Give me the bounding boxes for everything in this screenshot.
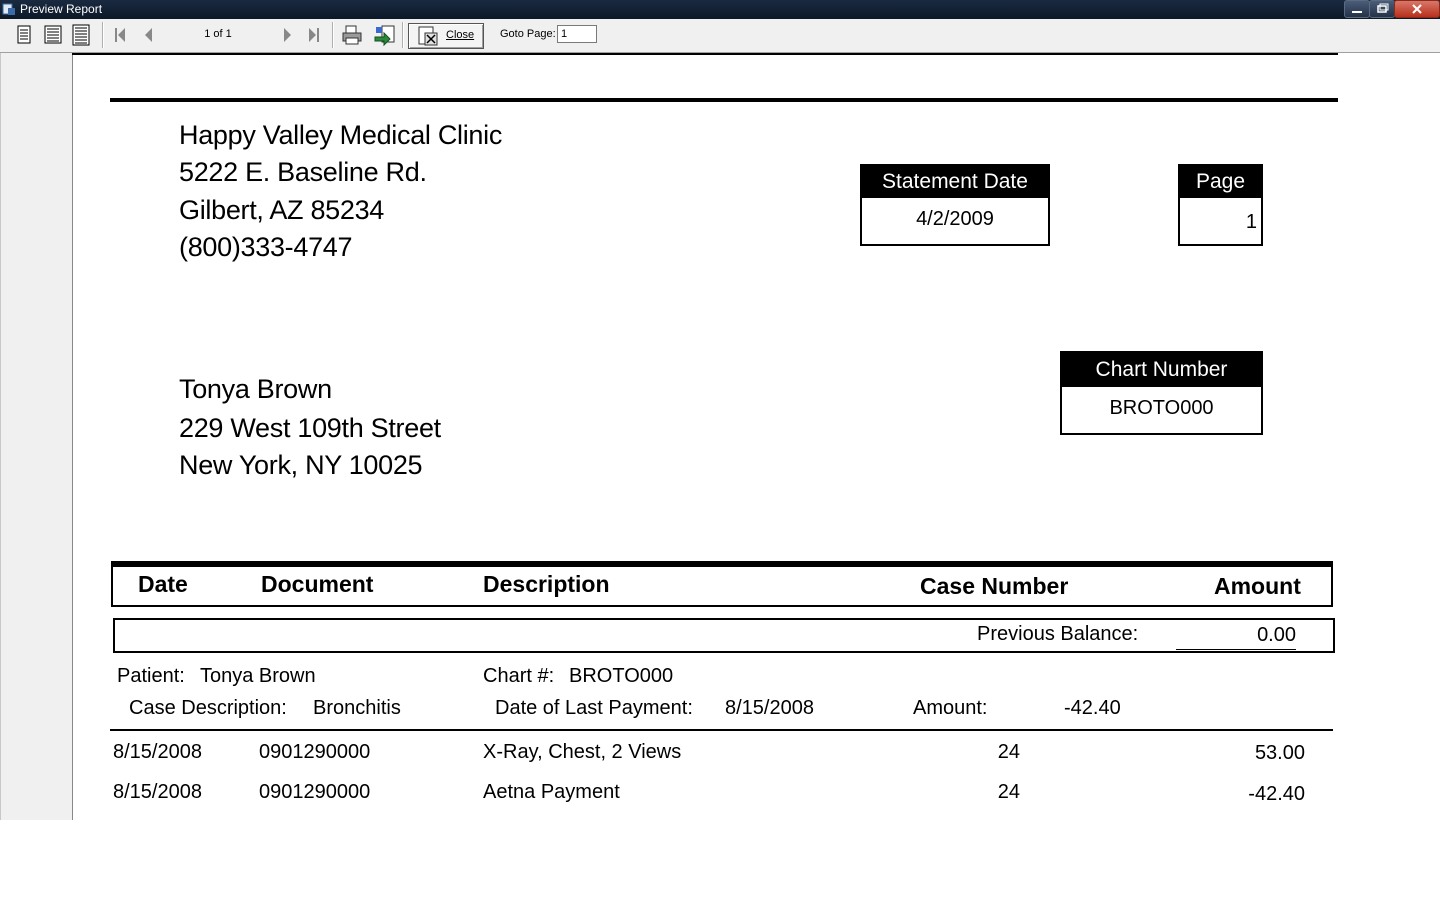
app-icon [2, 3, 15, 15]
page-number-value: 1 [1245, 211, 1257, 233]
restore-icon [1377, 3, 1389, 13]
row1-date: 8/15/2008 [113, 741, 202, 763]
previous-page-button[interactable] [138, 23, 158, 47]
header-amount: Amount [1214, 573, 1301, 599]
preview-gutter [0, 53, 73, 820]
single-page-icon [17, 25, 31, 44]
clinic-phone: (800)333-4747 [179, 232, 353, 262]
page-number-box: Page 1 [1178, 164, 1263, 246]
page-width-icon [44, 25, 62, 44]
goto-page-label: Goto Page: [500, 28, 556, 40]
close-report-icon [418, 26, 438, 46]
goto-page-input[interactable] [557, 25, 597, 43]
multi-page-icon [72, 24, 90, 46]
last-page-button[interactable] [304, 23, 324, 47]
close-icon [1412, 4, 1422, 14]
row1-document: 0901290000 [259, 741, 371, 763]
previous-balance-value: 0.00 [1257, 624, 1296, 646]
next-page-icon [284, 28, 291, 42]
case-description-label: Case Description: [129, 697, 287, 719]
clinic-name: Happy Valley Medical Clinic [179, 120, 503, 150]
previous-page-icon [145, 28, 152, 42]
page-number-label: Page [1180, 166, 1261, 198]
minimize-button[interactable] [1344, 0, 1370, 18]
multi-page-button[interactable] [70, 23, 92, 47]
next-page-button[interactable] [278, 23, 298, 47]
toolbar-separator [102, 22, 104, 48]
case-description-value: Bronchitis [313, 697, 401, 719]
last-payment-value: 8/15/2008 [725, 697, 814, 719]
statement-date-label: Statement Date [862, 166, 1048, 198]
toolbar: 1 of 1 Close Goto Page: [0, 19, 1440, 53]
row1-amount: 53.00 [1254, 742, 1305, 764]
toolbar-separator [402, 22, 404, 48]
last-payment-label: Date of Last Payment: [495, 697, 693, 719]
row2-description: Aetna Payment [483, 781, 620, 803]
header-case-number: Case Number [920, 573, 1069, 599]
chart-info-label: Chart #: [483, 665, 555, 687]
previous-balance-label: Previous Balance: [977, 623, 1139, 645]
patient-info-value: Tonya Brown [200, 665, 316, 687]
patient-info-label: Patient: [117, 665, 185, 687]
chart-number-box: Chart Number BROTO000 [1060, 351, 1263, 435]
page-top-border [72, 53, 1338, 55]
print-button[interactable] [340, 23, 364, 47]
last-page-icon [309, 28, 319, 42]
row2-case-number: 24 [997, 781, 1020, 803]
row2-date: 8/15/2008 [113, 781, 202, 803]
row1-case-number: 24 [997, 741, 1020, 763]
case-separator-rule [110, 729, 1333, 731]
header-rule [110, 98, 1338, 102]
row2-document: 0901290000 [259, 781, 371, 803]
chart-number-value: BROTO000 [1109, 397, 1214, 419]
export-button[interactable] [372, 23, 398, 47]
first-page-icon [115, 28, 125, 42]
close-report-button[interactable]: Close [408, 23, 484, 49]
header-date: Date [138, 571, 188, 597]
page-indicator: 1 of 1 [204, 28, 232, 40]
statement-date-box: Statement Date 4/2/2009 [860, 164, 1050, 246]
title-bar: Preview Report [0, 0, 1440, 19]
window-close-button[interactable] [1394, 0, 1440, 18]
toolbar-separator [332, 22, 334, 48]
previous-balance-row [113, 618, 1335, 653]
clinic-address-line1: 5222 E. Baseline Rd. [179, 157, 427, 187]
page-width-button[interactable] [42, 23, 64, 47]
single-page-button[interactable] [14, 23, 34, 47]
statement-date-value: 4/2/2009 [916, 208, 994, 230]
chart-number-label: Chart Number [1062, 353, 1261, 387]
chart-info-value: BROTO000 [569, 665, 674, 687]
row2-amount: -42.40 [1248, 783, 1305, 805]
patient-name: Tonya Brown [179, 374, 332, 404]
restore-button[interactable] [1369, 0, 1395, 18]
patient-address-line2: New York, NY 10025 [179, 450, 423, 480]
window-title: Preview Report [20, 2, 103, 16]
close-label: Close [446, 29, 475, 41]
export-icon [374, 25, 395, 47]
previous-balance-field: 0.00 [1176, 622, 1296, 650]
printer-icon [342, 25, 362, 45]
row1-description: X-Ray, Chest, 2 Views [483, 741, 682, 763]
last-payment-amount-value: -42.40 [1064, 697, 1121, 719]
header-description: Description [483, 571, 610, 597]
patient-address-line1: 229 West 109th Street [179, 413, 441, 443]
header-document: Document [261, 571, 374, 597]
clinic-address-line2: Gilbert, AZ 85234 [179, 195, 385, 225]
first-page-button[interactable] [110, 23, 130, 47]
minimize-icon [1352, 11, 1362, 13]
last-payment-amount-label: Amount: [913, 697, 988, 719]
